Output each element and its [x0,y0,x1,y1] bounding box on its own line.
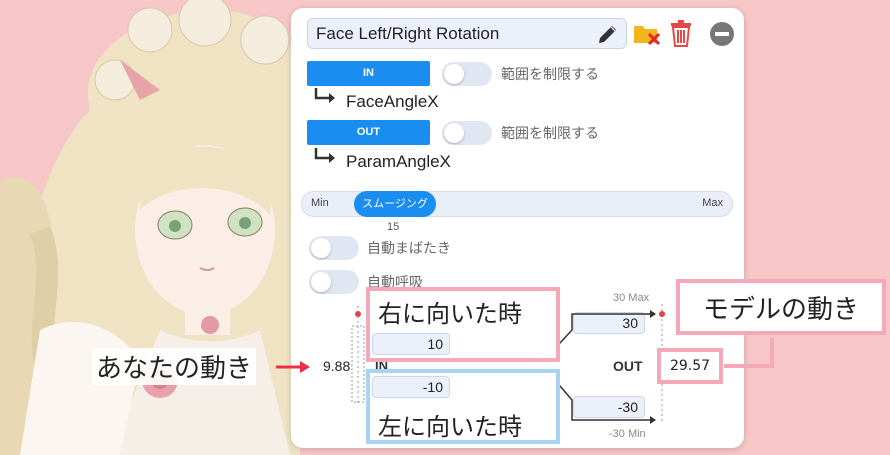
input-parameter-button[interactable]: IN [307,61,430,86]
your-movement-label: あなたの動き [92,348,257,385]
slider-max-label: Max [702,197,723,209]
input-parameter-name: FaceAngleX [346,92,439,111]
smoothing-value: 15 [387,221,400,233]
slider-min-label: Min [311,197,329,209]
auto-blink-label: 自動まばたき [367,241,451,257]
input-arrow-icon [314,88,335,103]
input-current-value: 9.88 [323,358,351,374]
input-range-gauge [351,306,365,406]
input-limit-label: 範囲を制限する [501,67,599,83]
output-limit-label: 範囲を制限する [501,126,599,142]
pencil-icon[interactable] [596,22,620,46]
output-min-caption: -30 Min [609,428,646,440]
minus-circle-icon[interactable] [709,21,735,47]
output-limit-toggle[interactable] [442,121,492,145]
facing-left-text: 左に向いた時 [378,413,522,441]
trash-icon[interactable] [669,19,693,47]
output-max-field[interactable]: 30 [573,312,645,334]
output-max-caption: 30 Max [613,292,650,304]
output-parameter-button[interactable]: OUT [307,120,430,145]
facing-right-text: 右に向いた時 [378,300,522,328]
parameter-name-field[interactable]: Face Left/Right Rotation [307,18,627,49]
output-min-field[interactable]: -30 [573,396,645,418]
input-max-field-overlay[interactable]: 10 [372,333,450,355]
auto-breath-toggle[interactable] [309,270,359,294]
out-label: OUT [613,358,643,374]
model-movement-callout: モデルの動き [676,279,886,335]
smoothing-slider[interactable]: Min スムージング Max [301,191,733,217]
input-limit-toggle[interactable] [442,62,492,86]
smoothing-slider-thumb[interactable]: スムージング [354,191,436,217]
auto-blink-toggle[interactable] [309,236,359,260]
output-parameter-name: ParamAngleX [346,152,451,171]
output-current-value: 29.57 [657,348,723,384]
input-min-field-overlay[interactable]: -10 [372,376,450,398]
output-arrow-icon [314,148,335,163]
folder-remove-icon[interactable] [633,21,661,47]
